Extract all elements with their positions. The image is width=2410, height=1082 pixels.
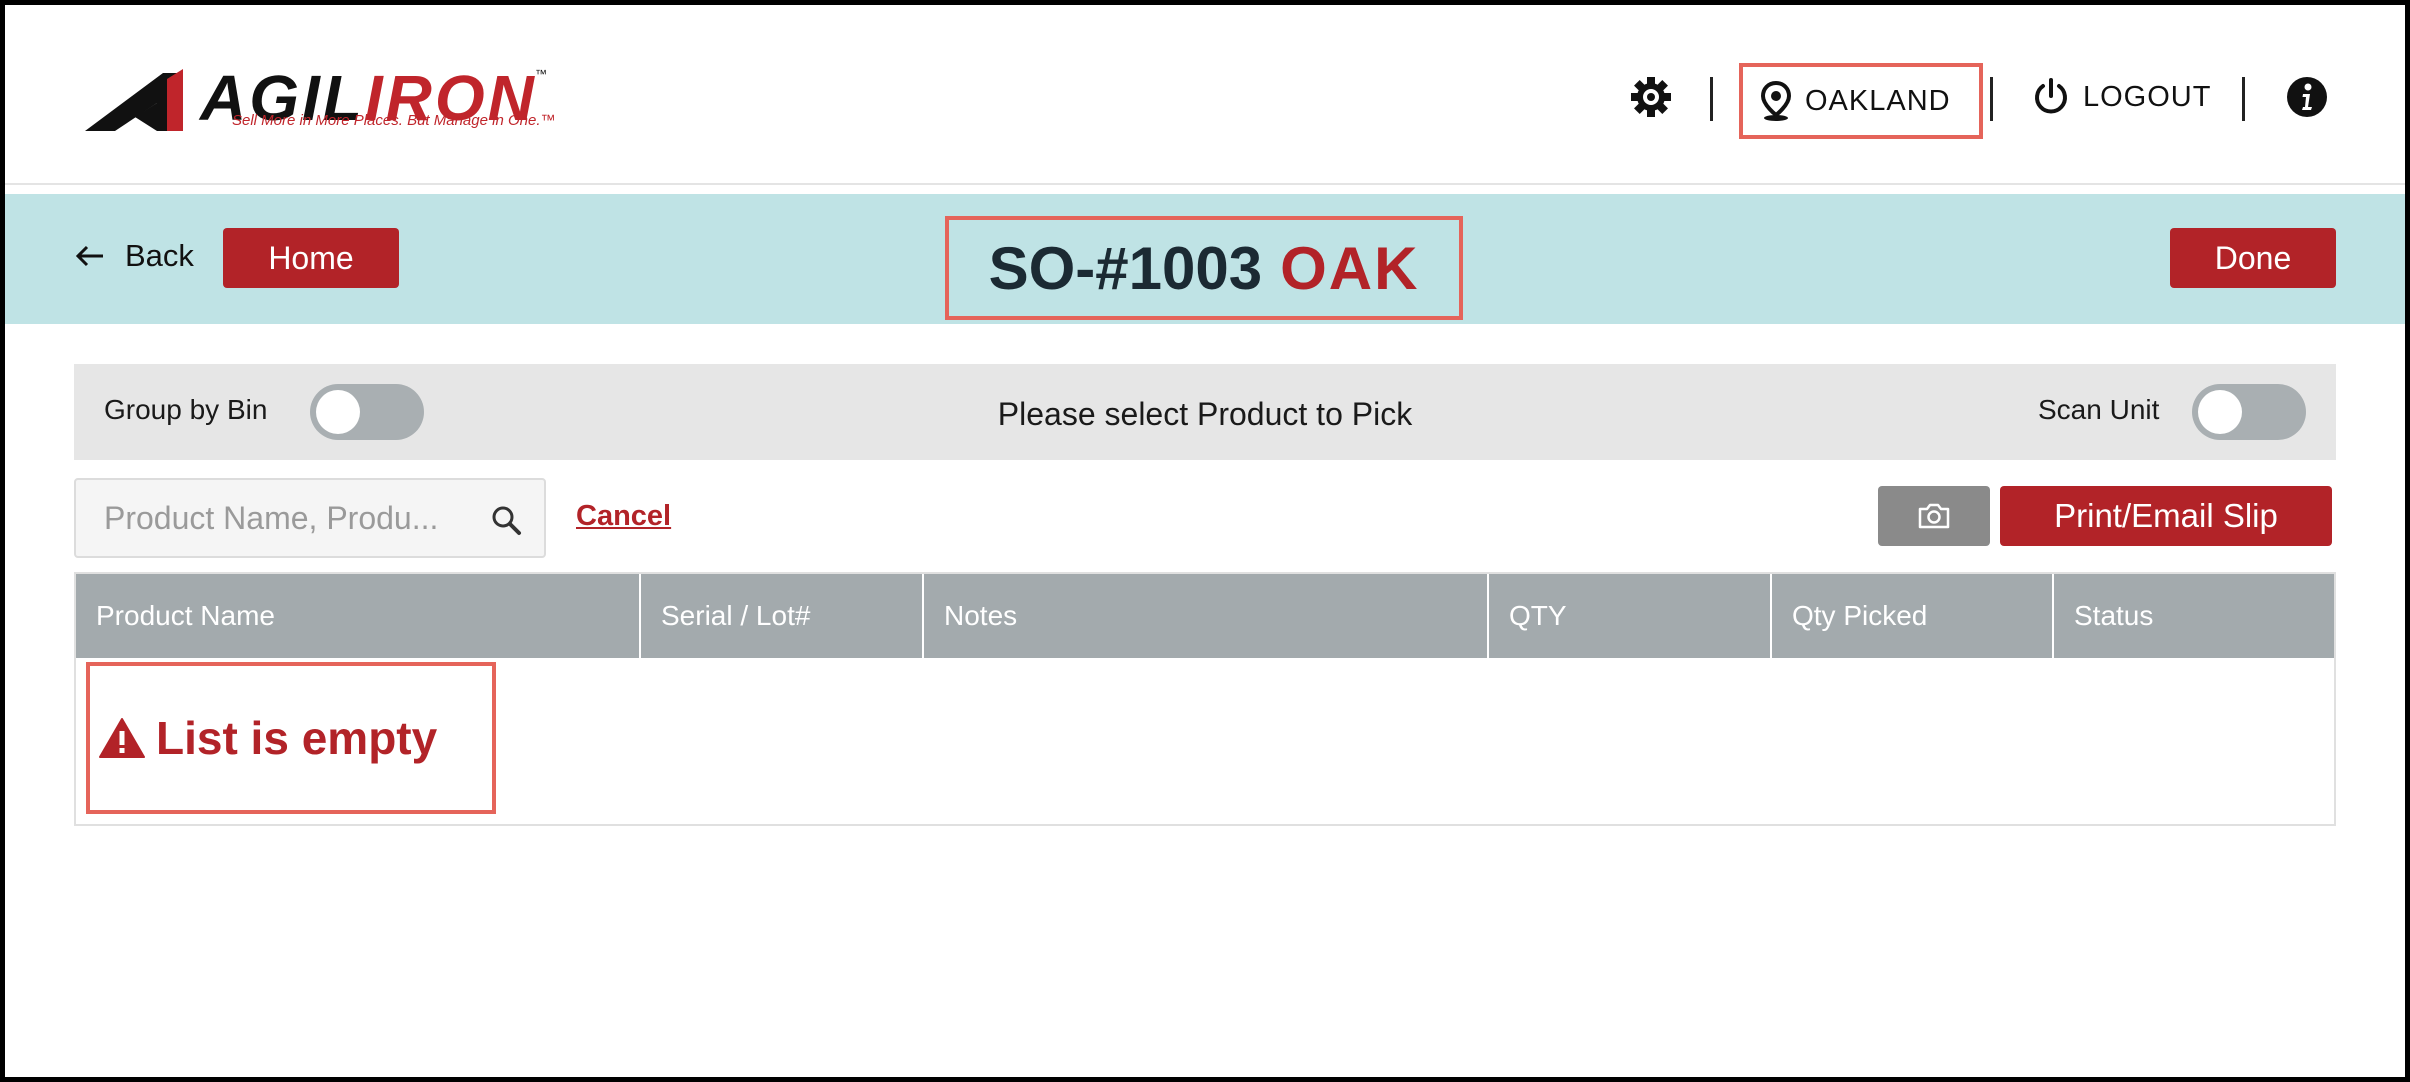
logo-mark-icon — [85, 69, 183, 131]
header-divider — [1990, 77, 1993, 121]
column-header[interactable]: QTY — [1489, 574, 1772, 658]
print-email-slip-button[interactable]: Print/Email Slip — [2000, 486, 2332, 546]
camera-scan-button[interactable] — [1878, 486, 1990, 546]
logo-trademark: ™ — [535, 67, 547, 81]
gear-icon[interactable] — [1629, 75, 1673, 119]
location-name: OAKLAND — [1805, 84, 1951, 117]
column-header[interactable]: Qty Picked — [1772, 574, 2054, 658]
location-pin-icon — [1761, 81, 1791, 121]
power-icon — [2035, 78, 2067, 114]
home-button[interactable]: Home — [223, 228, 399, 288]
order-title: SO-#1003 OAK — [945, 216, 1463, 320]
order-number: SO-#1003 — [988, 234, 1263, 302]
column-header[interactable]: Notes — [924, 574, 1489, 658]
scan-unit-toggle[interactable] — [2192, 384, 2306, 440]
agiliron-logo: AGILIRON ™ Sell More in More Places. But… — [85, 63, 555, 141]
logout-button[interactable]: LOGOUT — [2033, 75, 2211, 119]
cancel-search-link[interactable]: Cancel — [576, 500, 671, 533]
app-header: AGILIRON ™ Sell More in More Places. But… — [5, 5, 2405, 185]
order-location-code: OAK — [1280, 234, 1420, 302]
header-divider — [1710, 77, 1713, 121]
camera-icon — [1918, 503, 1950, 529]
pick-items-table: Product Name Serial / Lot# Notes QTY Qty… — [74, 572, 2336, 826]
arrow-left-icon — [75, 245, 103, 267]
warning-icon — [99, 718, 145, 758]
pick-options-bar: Group by Bin Please select Product to Pi… — [74, 364, 2336, 460]
product-search-box — [74, 478, 546, 558]
done-button[interactable]: Done — [2170, 228, 2336, 288]
column-header[interactable]: Product Name — [76, 574, 641, 658]
empty-list-text: List is empty — [156, 712, 438, 764]
location-selector[interactable]: OAKLAND — [1739, 63, 1983, 139]
scan-unit-label: Scan Unit — [2038, 394, 2160, 425]
search-icon[interactable] — [490, 504, 522, 536]
order-title-bar: Back Home SO-#1003 OAK Done — [5, 194, 2405, 324]
column-header[interactable]: Serial / Lot# — [641, 574, 924, 658]
product-search-input[interactable] — [104, 498, 484, 538]
back-button[interactable]: Back — [75, 238, 194, 274]
pick-instruction: Please select Product to Pick — [997, 396, 1413, 432]
back-label: Back — [125, 238, 194, 273]
column-header[interactable]: Status — [2054, 574, 2334, 658]
logout-label: LOGOUT — [2083, 80, 2212, 113]
table-header: Product Name Serial / Lot# Notes QTY Qty… — [76, 574, 2334, 658]
logo-tagline: Sell More in More Places. But Manage in … — [232, 112, 556, 129]
empty-list-message: List is empty — [86, 662, 496, 814]
info-icon[interactable] — [2285, 75, 2329, 119]
header-divider — [2242, 77, 2245, 121]
toggle-knob — [2198, 390, 2242, 434]
